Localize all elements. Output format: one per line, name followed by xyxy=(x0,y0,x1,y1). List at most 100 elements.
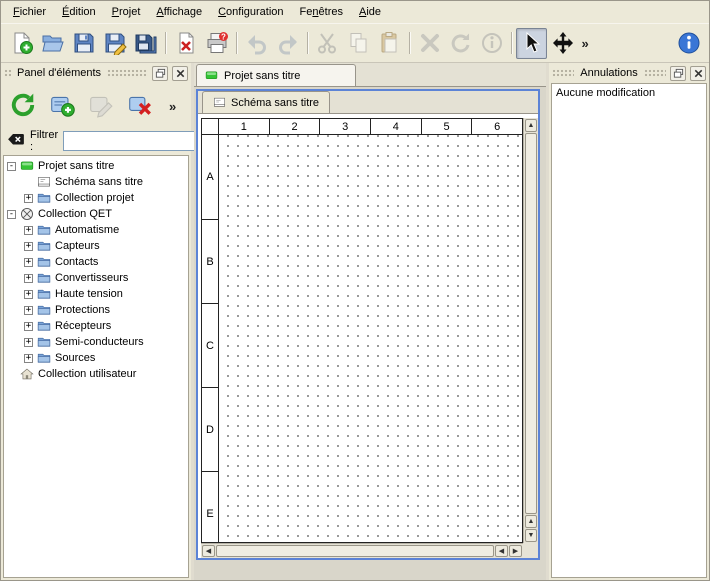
tree-item-label: Collection projet xyxy=(55,192,134,204)
tree-item[interactable]: Schéma sans titre xyxy=(4,174,188,190)
schema-tab-label: Schéma sans titre xyxy=(231,97,319,109)
menu-projet[interactable]: Projet xyxy=(104,2,149,22)
print-button[interactable]: ? xyxy=(201,28,232,59)
float-panel-button[interactable] xyxy=(152,66,168,81)
tree-item[interactable]: +Protections xyxy=(4,302,188,318)
tree-item[interactable]: + Contacts xyxy=(4,254,188,270)
schema-tab-bar: Schéma sans titre xyxy=(198,91,538,114)
undo-panel-header[interactable]: Annulations xyxy=(549,63,709,83)
column-header: 2 xyxy=(269,119,320,134)
menu-edition[interactable]: Édition xyxy=(54,2,104,22)
tree-item[interactable]: +Haute tension xyxy=(4,286,188,302)
schema-view[interactable]: 123456 ABCDE ▲ ▲ ▼ ◀ xyxy=(198,114,538,558)
collapse-toggle-icon[interactable]: - xyxy=(7,162,16,171)
clear-filter-icon xyxy=(7,131,25,149)
undo-list[interactable]: Aucune modification xyxy=(551,83,707,578)
close-panel-button[interactable] xyxy=(172,66,188,81)
element-tree[interactable]: -Projet sans titreSchéma sans titre + Coll… xyxy=(3,155,189,578)
redo-button xyxy=(272,28,303,59)
scroll-left-button-2[interactable]: ◀ xyxy=(495,545,508,557)
row-headers: ABCDE xyxy=(202,135,219,542)
menu-fichier[interactable]: Fichier xyxy=(5,2,54,22)
menu-configuration[interactable]: Configuration xyxy=(210,2,291,22)
tree-item-label: Automatisme xyxy=(55,224,119,236)
expand-toggle-icon[interactable]: + xyxy=(24,226,33,235)
menu-affichage[interactable]: Affichage xyxy=(148,2,210,22)
horizontal-scrollbar-thumb[interactable] xyxy=(216,545,494,557)
scroll-up-button-2[interactable]: ▲ xyxy=(525,515,537,528)
tree-item[interactable]: +Récepteurs xyxy=(4,318,188,334)
arrow-up-icon: ▲ xyxy=(528,122,535,129)
filter-input[interactable] xyxy=(63,131,213,151)
tree-item-label: Semi-conducteurs xyxy=(55,336,144,348)
menu-aide[interactable]: Aide xyxy=(351,2,389,22)
elements-panel-header[interactable]: Panel d'éléments xyxy=(1,63,191,83)
schema-icon xyxy=(213,96,226,109)
close-panel-button[interactable] xyxy=(690,66,706,81)
tree-item-label: Contacts xyxy=(55,256,98,268)
tree-item[interactable]: + Automatisme xyxy=(4,222,188,238)
open-project-button[interactable] xyxy=(37,28,68,59)
expand-toggle-icon[interactable]: + xyxy=(24,306,33,315)
scroll-left-button[interactable]: ◀ xyxy=(202,545,215,557)
scroll-up-button[interactable]: ▲ xyxy=(525,119,537,132)
column-header: 5 xyxy=(421,119,472,134)
tree-item[interactable]: + Semi-conducteurs xyxy=(4,334,188,350)
tree-item[interactable]: + Collection projet xyxy=(4,190,188,206)
vertical-scrollbar[interactable]: ▲ ▲ ▼ xyxy=(523,118,538,543)
tree-item[interactable]: +Sources xyxy=(4,350,188,366)
close-file-button[interactable] xyxy=(170,28,201,59)
expand-toggle-icon[interactable]: + xyxy=(24,354,33,363)
cut-button xyxy=(312,28,343,59)
expand-toggle-icon[interactable]: + xyxy=(24,274,33,283)
menu-fenetres[interactable]: Fenêtres xyxy=(292,2,351,22)
tree-item[interactable]: -Projet sans titre xyxy=(4,158,188,174)
float-panel-button[interactable] xyxy=(670,66,686,81)
expand-toggle-icon[interactable]: + xyxy=(24,322,33,331)
tree-item[interactable]: +Convertisseurs xyxy=(4,270,188,286)
diagram-paper[interactable] xyxy=(219,135,522,542)
select-mode-button[interactable] xyxy=(516,28,547,59)
about-button[interactable] xyxy=(673,28,704,59)
reload-collections-button[interactable] xyxy=(6,88,40,122)
row-header: C xyxy=(202,303,218,387)
arrow-down-icon: ▼ xyxy=(528,532,535,539)
new-project-button[interactable] xyxy=(6,28,37,59)
schema-tab[interactable]: Schéma sans titre xyxy=(202,91,330,113)
mdi-area: Schéma sans titre 123456 ABCDE ▲ xyxy=(194,87,546,580)
expand-toggle-icon[interactable]: + xyxy=(24,338,33,347)
save-as-button[interactable] xyxy=(99,28,130,59)
toolbar-overflow-button[interactable]: » xyxy=(578,28,609,59)
pan-mode-button[interactable] xyxy=(547,28,578,59)
save-button[interactable] xyxy=(68,28,99,59)
delete-button xyxy=(414,28,445,59)
toolbar-separator xyxy=(405,29,414,57)
delete-element-button[interactable] xyxy=(123,88,157,122)
chevron-double-icon: » xyxy=(582,37,606,50)
row-header: A xyxy=(202,135,218,219)
collapse-toggle-icon[interactable]: - xyxy=(7,210,16,219)
column-header: 4 xyxy=(370,119,421,134)
project-icon xyxy=(205,69,218,82)
horizontal-scrollbar[interactable]: ◀ ◀ ▶ xyxy=(201,543,523,558)
tree-item[interactable]: Collection utilisateur xyxy=(4,366,188,382)
new-element-button[interactable] xyxy=(45,88,79,122)
project-tab[interactable]: Projet sans titre xyxy=(196,64,356,86)
expand-toggle-icon[interactable]: + xyxy=(24,258,33,267)
vertical-scrollbar-thumb[interactable] xyxy=(525,133,537,514)
tree-item[interactable]: -Collection QET xyxy=(4,206,188,222)
column-header: 1 xyxy=(219,119,269,134)
copy-icon xyxy=(347,31,371,55)
rotate-button xyxy=(445,28,476,59)
scroll-right-button[interactable]: ▶ xyxy=(509,545,522,557)
save-icon xyxy=(72,31,96,55)
clear-filter-button[interactable] xyxy=(7,131,25,152)
tree-item[interactable]: +Capteurs xyxy=(4,238,188,254)
panel-toolbar-overflow-button[interactable]: » xyxy=(169,96,186,114)
expand-toggle-icon[interactable]: + xyxy=(24,194,33,203)
scroll-down-button[interactable]: ▼ xyxy=(525,529,537,542)
save-all-button[interactable] xyxy=(130,28,161,59)
expand-toggle-icon[interactable]: + xyxy=(24,242,33,251)
expand-toggle-icon[interactable]: + xyxy=(24,290,33,299)
move-cross-icon xyxy=(551,31,575,55)
